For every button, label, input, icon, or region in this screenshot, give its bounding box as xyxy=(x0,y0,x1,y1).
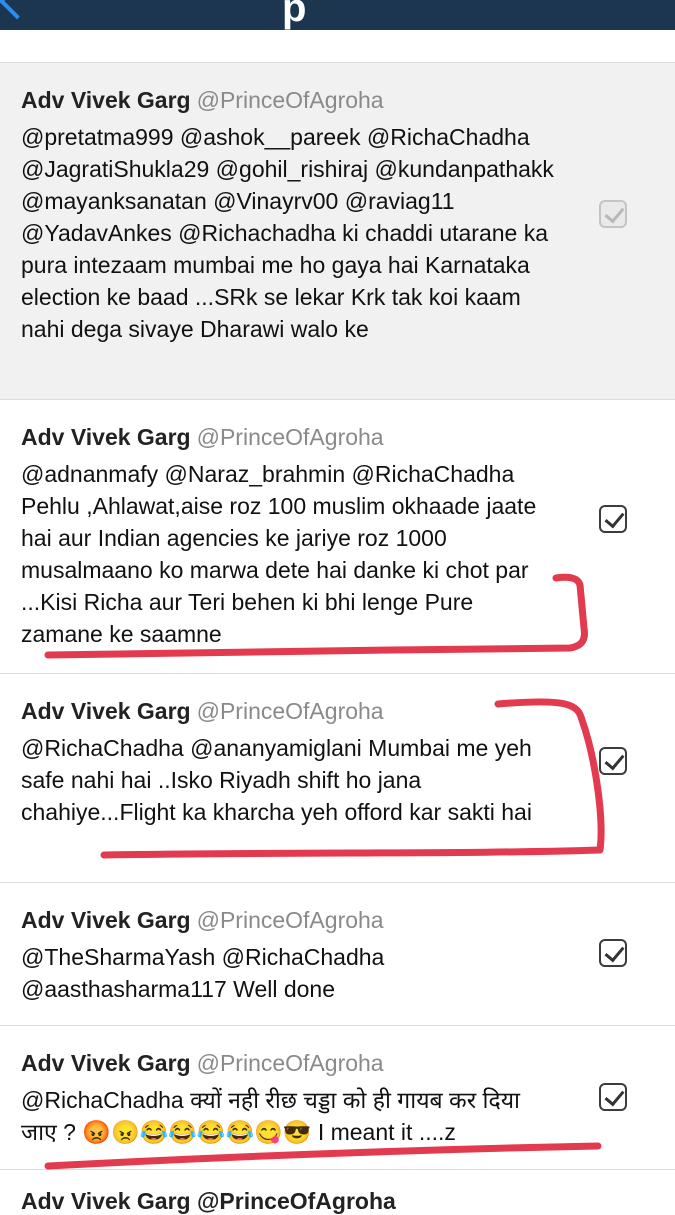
tweet-row[interactable]: Adv Vivek Garg @PrinceOfAgroha @TheSharma… xyxy=(0,883,675,1026)
tweet-header: Adv Vivek Garg @PrinceOfAgroha xyxy=(21,907,384,934)
author-name: Adv Vivek Garg xyxy=(21,424,191,450)
author-handle[interactable]: @PrinceOfAgroha xyxy=(197,907,384,933)
tweet-header: Adv Vivek Garg @PrinceOfAgroha xyxy=(21,1050,384,1077)
tweet-row[interactable]: Adv Vivek Garg @PrinceOfAgroha @RichaChad… xyxy=(0,674,675,883)
checkmark-icon xyxy=(604,507,625,529)
nav-bar: p xyxy=(0,0,675,30)
tweet-header: Adv Vivek Garg @PrinceOfAgroha xyxy=(21,424,384,451)
checkmark-icon xyxy=(604,749,625,771)
author-handle[interactable]: @PrinceOfAgroha xyxy=(197,698,384,724)
select-checkbox[interactable] xyxy=(599,939,627,967)
author-handle[interactable]: @PrinceOfAgroha xyxy=(197,1050,384,1076)
tweet-text: @RichaChadha @ananyamiglani Mumbai me ye… xyxy=(21,735,532,825)
next-tweet-header-partial: Adv Vivek Garg @PrinceOfAgroha xyxy=(21,1188,396,1214)
nav-title-fragment: p xyxy=(282,0,307,30)
tweet-text: @TheSharmaYash @RichaChadha @aasthasharm… xyxy=(21,944,385,1002)
emoji-sequence: 😡😠😂😂😂😂😋😎 xyxy=(82,1119,312,1145)
author-handle[interactable]: @PrinceOfAgroha xyxy=(197,424,384,450)
list-spacer xyxy=(0,30,675,63)
author-name: Adv Vivek Garg xyxy=(21,1050,191,1076)
tweet-text: @adnanmafy @Naraz_brahmin @RichaChadha P… xyxy=(21,461,537,647)
tweet-text-tail: I meant it ....z xyxy=(317,1119,456,1145)
tweet-text: @RichaChadha क्यों नही रीछ चड्डा को ही ग… xyxy=(21,1084,561,1148)
checkmark-icon xyxy=(604,202,625,224)
author-name: Adv Vivek Garg xyxy=(21,698,191,724)
select-checkbox[interactable] xyxy=(599,200,627,228)
author-name: Adv Vivek Garg xyxy=(21,907,191,933)
select-checkbox[interactable] xyxy=(599,505,627,533)
tweet-text: @pretatma999 @ashok__pareek @RichaChadha… xyxy=(21,124,554,342)
tweet-header: Adv Vivek Garg @PrinceOfAgroha xyxy=(21,87,384,114)
tweet-row[interactable]: Adv Vivek Garg @PrinceOfAgroha @pretatma9… xyxy=(0,63,675,400)
checkmark-icon xyxy=(604,1085,625,1107)
tweet-row[interactable]: Adv Vivek Garg @PrinceOfAgroha @adnanmafy… xyxy=(0,400,675,674)
select-checkbox[interactable] xyxy=(599,1083,627,1111)
author-name: Adv Vivek Garg xyxy=(21,87,191,113)
checkmark-icon xyxy=(604,941,625,963)
select-checkbox[interactable] xyxy=(599,747,627,775)
chevron-left-icon[interactable] xyxy=(0,0,36,20)
author-handle[interactable]: @PrinceOfAgroha xyxy=(197,87,384,113)
tweet-row[interactable]: Adv Vivek Garg @PrinceOfAgroha @RichaChad… xyxy=(0,1026,675,1170)
tweet-header: Adv Vivek Garg @PrinceOfAgroha xyxy=(21,698,384,725)
